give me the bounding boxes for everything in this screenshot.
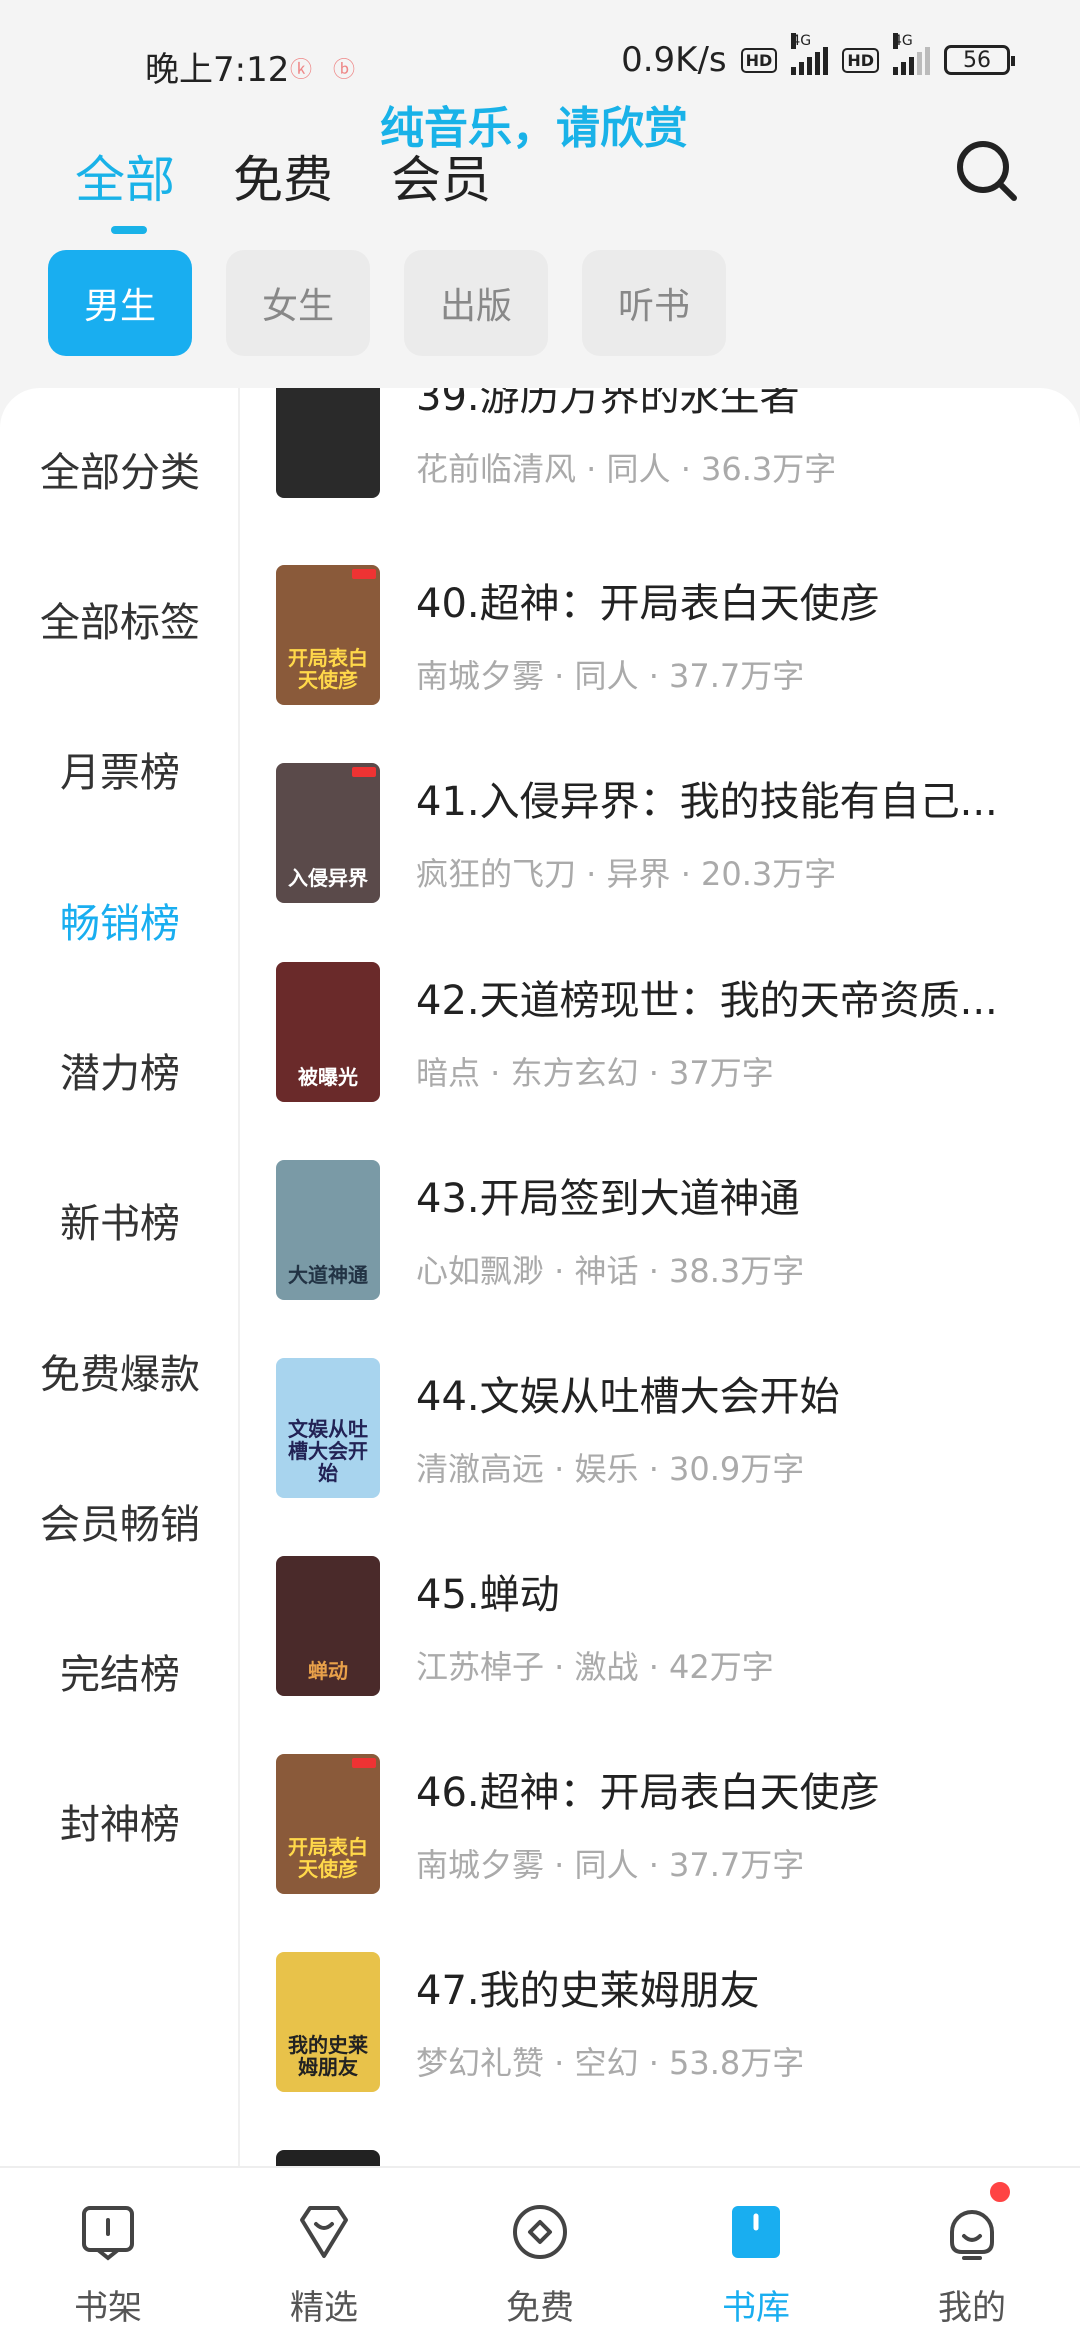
sidebar-item-legendary[interactable]: 封神榜 — [0, 1792, 240, 1850]
sidebar-item-vip-bestseller[interactable]: 会员畅销 — [0, 1492, 240, 1550]
nav-label: 我的 — [938, 2288, 1006, 2328]
book-cover: 被曝光 — [276, 962, 380, 1102]
nav-free[interactable]: 免费 — [432, 2168, 648, 2340]
book-meta: 心如飘渺 · 神话 · 38.3万字 — [416, 1252, 805, 1290]
book-meta: 清澈高远 · 娱乐 · 30.9万字 — [416, 1450, 805, 1488]
free-icon — [513, 2205, 567, 2259]
sidebar-item-all-tags[interactable]: 全部标签 — [0, 590, 240, 648]
bottom-nav: 书架 精选 免费 书库 我的 — [0, 2166, 1080, 2340]
book-cover: 我的史莱姆朋友 — [276, 1952, 380, 2092]
book-title: 39.游历万界的永生者 — [416, 388, 800, 420]
list-item[interactable]: 我的史莱姆朋友 47.我的史莱姆朋友 梦幻礼赞 · 空幻 · 53.8万字 — [276, 1952, 1056, 2102]
network-speed: 0.9K/s — [621, 40, 727, 80]
tab-free[interactable]: 免费 — [233, 140, 333, 212]
list-item[interactable]: 蝉动 45.蝉动 江苏棹子 · 激战 · 42万字 — [276, 1556, 1056, 1706]
hd-badge: HD — [842, 47, 879, 73]
book-title: 47.我的史莱姆朋友 — [416, 1968, 760, 2014]
top-tabs: 全部 免费 会员 — [75, 140, 491, 234]
book-cover: 开局表白天使彦 — [276, 1754, 380, 1894]
search-icon[interactable] — [954, 138, 1020, 204]
chip-audiobook[interactable]: 听书 — [582, 250, 726, 356]
book-cover: 蝉动 — [276, 1556, 380, 1696]
book-title: 43.开局签到大道神通 — [416, 1176, 800, 1222]
sidebar-item-completed[interactable]: 完结榜 — [0, 1642, 240, 1700]
book-meta: 南城夕雾 · 同人 · 37.7万字 — [416, 1846, 805, 1884]
book-cover — [276, 388, 380, 498]
book-cover: 入侵异界 — [276, 763, 380, 903]
profile-icon — [950, 2210, 994, 2260]
list-item[interactable]: 开局表白天使彦 46.超神：开局表白天使彦 南城夕雾 · 同人 · 37.7万字 — [276, 1754, 1056, 1904]
nav-label: 书库 — [722, 2288, 790, 2328]
diamond-icon — [300, 2206, 348, 2258]
status-time: 晚上7:12 — [145, 50, 290, 90]
signal-icon: 4G — [791, 33, 829, 75]
list-item[interactable]: 文娱从吐槽大会开始 44.文娱从吐槽大会开始 清澈高远 · 娱乐 · 30.9万… — [276, 1358, 1056, 1508]
bookshelf-icon — [82, 2206, 134, 2261]
list-item[interactable]: 39.游历万界的永生者 花前临清风 · 同人 · 36.3万字 — [276, 388, 1056, 508]
sidebar-item-bestseller[interactable]: 畅销榜 — [0, 891, 240, 949]
list-item[interactable]: 开局表白天使彦 40.超神：开局表白天使彦 南城夕雾 · 同人 · 37.7万字 — [276, 565, 1056, 715]
nav-library[interactable]: 书库 — [648, 2168, 864, 2340]
chip-published[interactable]: 出版 — [404, 250, 548, 356]
sidebar-item-monthly[interactable]: 月票榜 — [0, 740, 240, 798]
book-meta: 花前临清风 · 同人 · 36.3万字 — [416, 450, 837, 488]
status-right: 0.9K/s HD 4G HD 4G 56 — [621, 33, 1015, 80]
notification-badge — [988, 2180, 1012, 2204]
content-panel: 全部分类 全部标签 月票榜 畅销榜 潜力榜 新书榜 免费爆款 会员畅销 完结榜 … — [0, 388, 1080, 2168]
book-meta: 梦幻礼赞 · 空幻 · 53.8万字 — [416, 2044, 805, 2082]
book-title: 41.入侵异界：我的技能有自己... — [416, 779, 998, 825]
sidebar-item-potential[interactable]: 潜力榜 — [0, 1041, 240, 1099]
chip-female[interactable]: 女生 — [226, 250, 370, 356]
sidebar-item-all-categories[interactable]: 全部分类 — [0, 440, 240, 498]
list-item[interactable]: 被曝光 42.天道榜现世：我的天帝资质... 暗点 · 东方玄幻 · 37万字 — [276, 962, 1056, 1112]
battery-icon: 56 — [944, 45, 1015, 75]
chip-male[interactable]: 男生 — [48, 250, 192, 356]
list-item[interactable]: 入侵异界 41.入侵异界：我的技能有自己... 疯狂的飞刀 · 异界 · 20.… — [276, 763, 1056, 913]
book-meta: 江苏棹子 · 激战 · 42万字 — [416, 1648, 774, 1686]
nav-featured[interactable]: 精选 — [216, 2168, 432, 2340]
sidebar-item-free-hits[interactable]: 免费爆款 — [0, 1342, 240, 1400]
notification-icons: ⓚ ⓑ — [290, 58, 355, 83]
book-title: 40.超神：开局表白天使彦 — [416, 581, 880, 627]
signal-icon: 4G — [893, 33, 930, 75]
book-title: 45.蝉动 — [416, 1572, 560, 1618]
book-title: 44.文娱从吐槽大会开始 — [416, 1374, 840, 1420]
book-cover: 文娱从吐槽大会开始 — [276, 1358, 380, 1498]
nav-bookshelf[interactable]: 书架 — [0, 2168, 216, 2340]
nav-profile[interactable]: 我的 — [864, 2168, 1080, 2340]
sidebar-item-new-books[interactable]: 新书榜 — [0, 1191, 240, 1249]
tab-all[interactable]: 全部 — [75, 140, 175, 234]
book-meta: 暗点 · 东方玄幻 · 37万字 — [416, 1054, 774, 1092]
hd-badge: HD — [740, 47, 778, 73]
list-item[interactable]: 大道神通 43.开局签到大道神通 心如飘渺 · 神话 · 38.3万字 — [276, 1160, 1056, 1310]
book-meta: 南城夕雾 · 同人 · 37.7万字 — [416, 657, 805, 695]
tab-vip[interactable]: 会员 — [391, 140, 491, 212]
book-title: 46.超神：开局表白天使彦 — [416, 1770, 880, 1816]
library-icon — [732, 2206, 780, 2258]
book-list: 39.游历万界的永生者 花前临清风 · 同人 · 36.3万字 开局表白天使彦 … — [240, 388, 1080, 2168]
ranking-sidebar: 全部分类 全部标签 月票榜 畅销榜 潜力榜 新书榜 免费爆款 会员畅销 完结榜 … — [0, 388, 240, 2168]
book-cover: 开局表白天使彦 — [276, 565, 380, 705]
book-meta: 疯狂的飞刀 · 异界 · 20.3万字 — [416, 855, 837, 893]
nav-label: 精选 — [290, 2288, 358, 2328]
book-cover: 大道神通 — [276, 1160, 380, 1300]
book-title: 42.天道榜现世：我的天帝资质... — [416, 978, 998, 1024]
category-chips: 男生 女生 出版 听书 — [48, 250, 726, 356]
nav-label: 免费 — [506, 2288, 574, 2328]
nav-label: 书架 — [74, 2288, 142, 2328]
